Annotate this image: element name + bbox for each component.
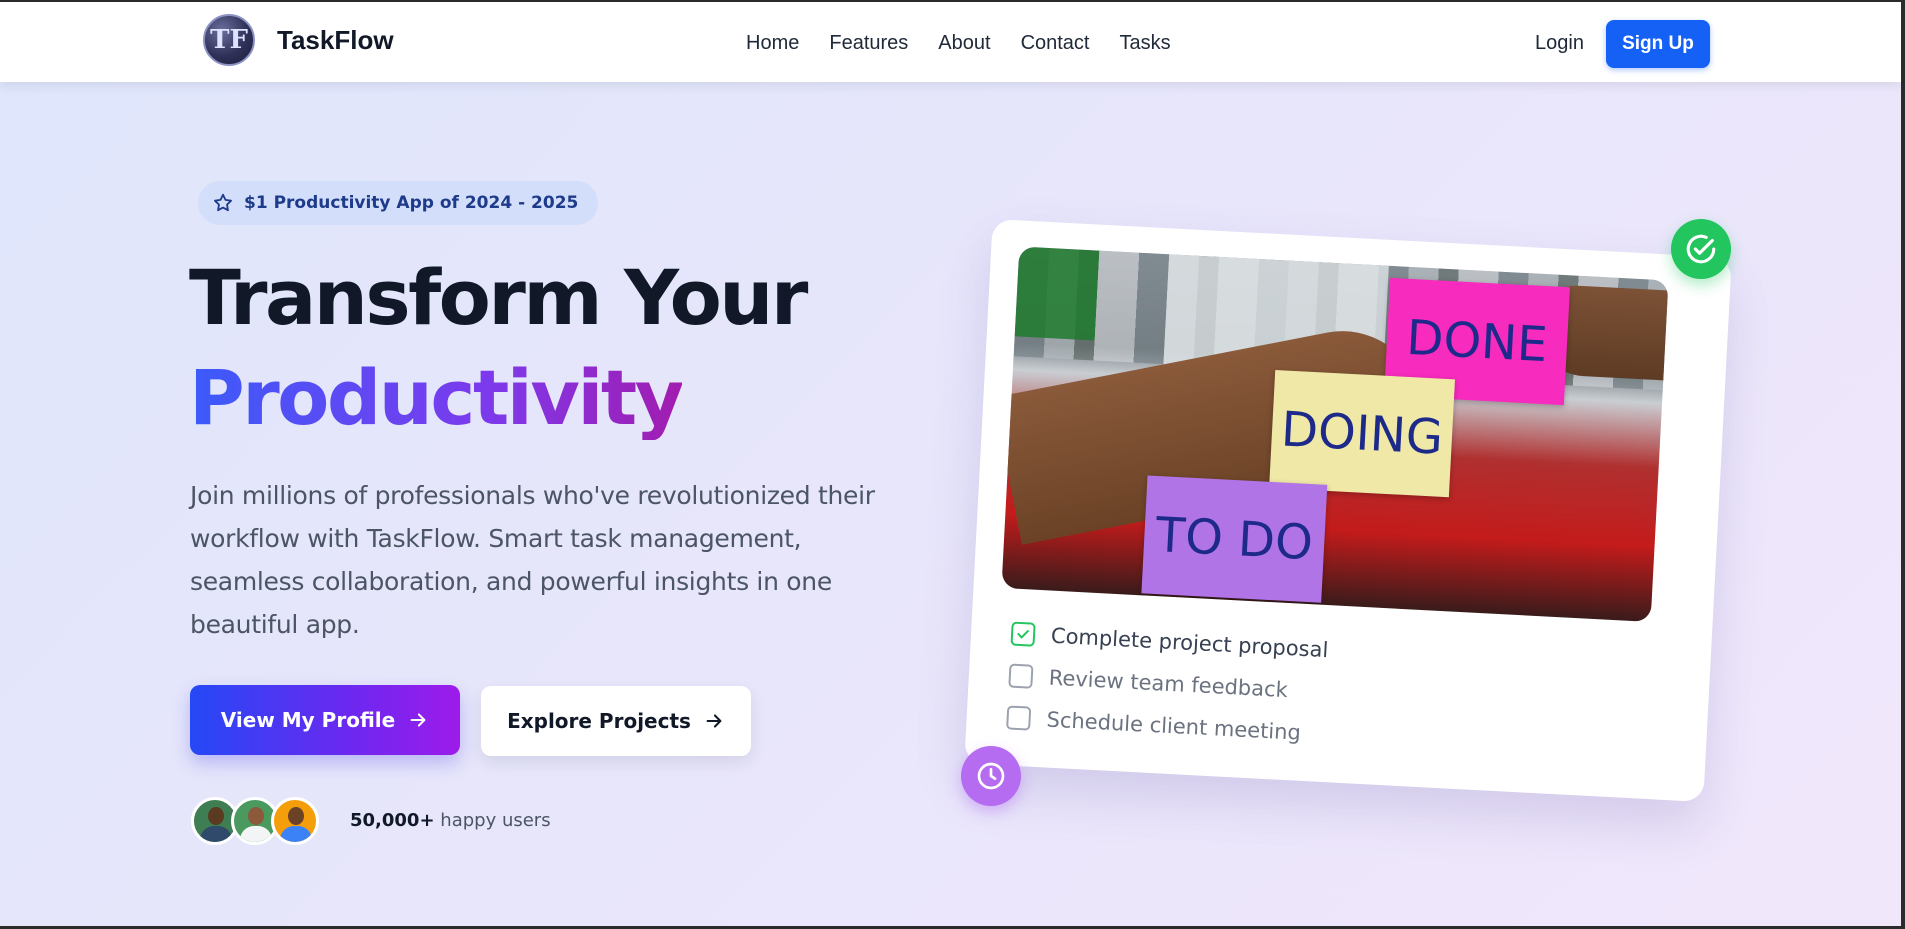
nav-link-tasks[interactable]: Tasks	[1120, 32, 1171, 55]
task-checkbox[interactable]	[1006, 705, 1032, 731]
sticky-note-todo: TO DO	[1141, 475, 1328, 603]
sticky-notes-photo: DONE DOING TO DO	[1001, 246, 1669, 622]
view-profile-button[interactable]: View My Profile	[190, 685, 460, 755]
award-badge: $1 Productivity App of 2024 - 2025	[198, 181, 599, 225]
user-avatars	[191, 797, 319, 845]
check-circle-icon	[1671, 219, 1731, 279]
task-label: Review team feedback	[1048, 665, 1289, 703]
hero-title: Transform Your	[189, 253, 808, 342]
nav-link-home[interactable]: Home	[746, 32, 799, 55]
task-label: Schedule client meeting	[1046, 707, 1302, 745]
users-label: happy users	[440, 810, 551, 831]
navbar: TF TaskFlow Home Features About Contact …	[0, 0, 1901, 82]
task-checkbox[interactable]	[1008, 663, 1034, 689]
users-count: 50,000+	[350, 810, 435, 831]
nav-link-features[interactable]: Features	[829, 32, 908, 55]
nav-link-contact[interactable]: Contact	[1021, 32, 1090, 55]
login-link[interactable]: Login	[1535, 32, 1584, 55]
explore-projects-label: Explore Projects	[507, 709, 691, 733]
brand-name: TaskFlow	[277, 24, 394, 55]
users-stat: 50,000+ happy users	[350, 810, 551, 831]
logo-mark-icon: TF	[203, 14, 255, 66]
badge-text: $1 Productivity App of 2024 - 2025	[244, 193, 579, 213]
nav-link-about[interactable]: About	[938, 32, 990, 55]
task-label: Complete project proposal	[1050, 623, 1329, 663]
sticky-note-doing: DOING	[1269, 370, 1456, 498]
task-list: Complete project proposal Review team fe…	[1006, 613, 1330, 755]
arrow-right-icon	[410, 713, 426, 727]
view-profile-label: View My Profile	[220, 708, 396, 732]
main-nav: Home Features About Contact Tasks	[746, 32, 1201, 55]
signup-button[interactable]: Sign Up	[1606, 20, 1710, 68]
avatar	[271, 797, 319, 845]
brand-logo[interactable]: TF TaskFlow	[203, 14, 394, 66]
hero-title-highlight: Productivity	[189, 353, 684, 442]
arrow-right-icon	[706, 714, 722, 728]
logo-initials: TF	[210, 25, 248, 55]
task-checkbox[interactable]	[1010, 621, 1036, 647]
star-icon	[214, 193, 232, 212]
hero-description: Join millions of professionals who've re…	[190, 481, 875, 639]
window-edge	[1901, 0, 1905, 929]
explore-projects-button[interactable]: Explore Projects	[481, 686, 751, 756]
clock-icon	[961, 746, 1021, 806]
task-preview-card: DONE DOING TO DO Complete project propos…	[964, 219, 1732, 802]
checkmark-icon	[1017, 630, 1029, 639]
